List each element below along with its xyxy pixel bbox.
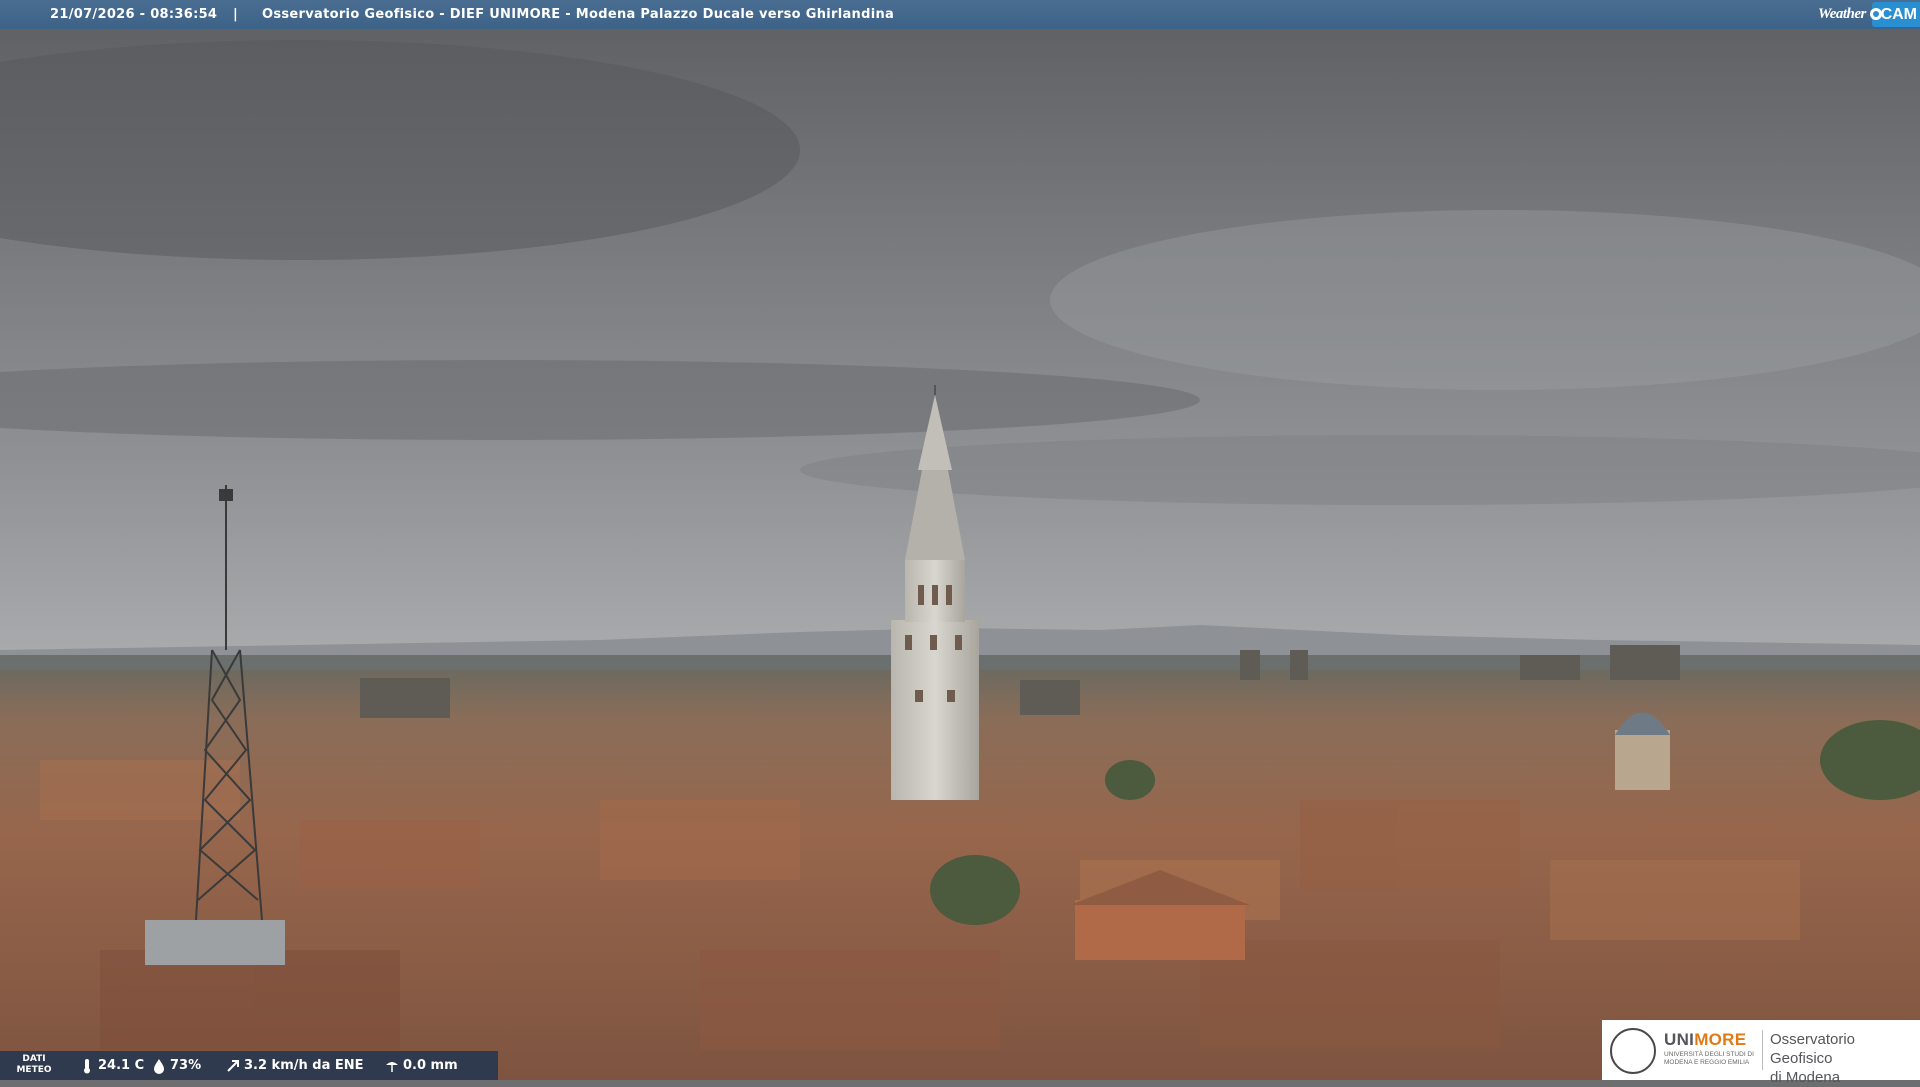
observatory-line1: Osservatorio Geofisico [1770,1031,1856,1067]
unimore-subtitle: UNIVERSITÀ DEGLI STUDI DI MODENA E REGGI… [1664,1051,1754,1066]
weather-data-bar: DATI METEO 24.1 C 73% 3.2 km/h da ENE 0.… [0,1051,498,1080]
observatory-name: Osservatorio Geofisico di Modena [1770,1030,1920,1087]
rain-gauge-icon [386,1061,398,1072]
thermometer-icon [84,1058,90,1073]
weather-data-label-line1: DATI [22,1054,46,1064]
unimore-brand: UNIMORE [1664,1030,1746,1050]
rain-reading: 0.0 mm [385,1051,458,1080]
weathercam-logo-weather: Weather [1818,6,1866,22]
temperature-reading: 24.1 C [80,1051,144,1080]
wind-reading: 3.2 km/h da ENE [226,1051,364,1080]
rain-value: 0.0 mm [403,1058,458,1073]
timestamp: 21/07/2026 - 08:36:54 [50,7,218,22]
header-bar: 21/07/2026 - 08:36:54 | Osservatorio Geo… [0,0,1920,29]
university-seal-icon [1610,1028,1656,1074]
humidity-reading: 73% [152,1051,201,1080]
mast-base [145,920,285,965]
camera-lens-icon [1870,8,1882,20]
camera-title: Osservatorio Geofisico - DIEF UNIMORE - … [262,7,895,22]
weathercam-logo: Weather CAM [1818,0,1920,29]
webcam-scene [0,0,1920,1080]
logo-divider [1762,1030,1763,1070]
weather-data-label-line2: METEO [16,1065,52,1075]
brand-uni: UNI [1664,1030,1695,1049]
unimore-logo: UNIMORE UNIVERSITÀ DEGLI STUDI DI MODENA… [1602,1020,1920,1086]
brand-more: MORE [1694,1030,1747,1049]
cloud-light [1050,210,1920,390]
header-separator: | [233,7,238,22]
humidity-icon [154,1058,164,1074]
wind-value: 3.2 km/h da ENE [244,1058,364,1073]
weather-data-label: DATI METEO [14,1054,54,1076]
humidity-value: 73% [170,1058,202,1073]
observatory-line2: di Modena [1770,1069,1841,1086]
wind-icon [227,1059,239,1072]
dome-church [1615,712,1670,790]
temperature-value: 24.1 C [98,1058,145,1073]
